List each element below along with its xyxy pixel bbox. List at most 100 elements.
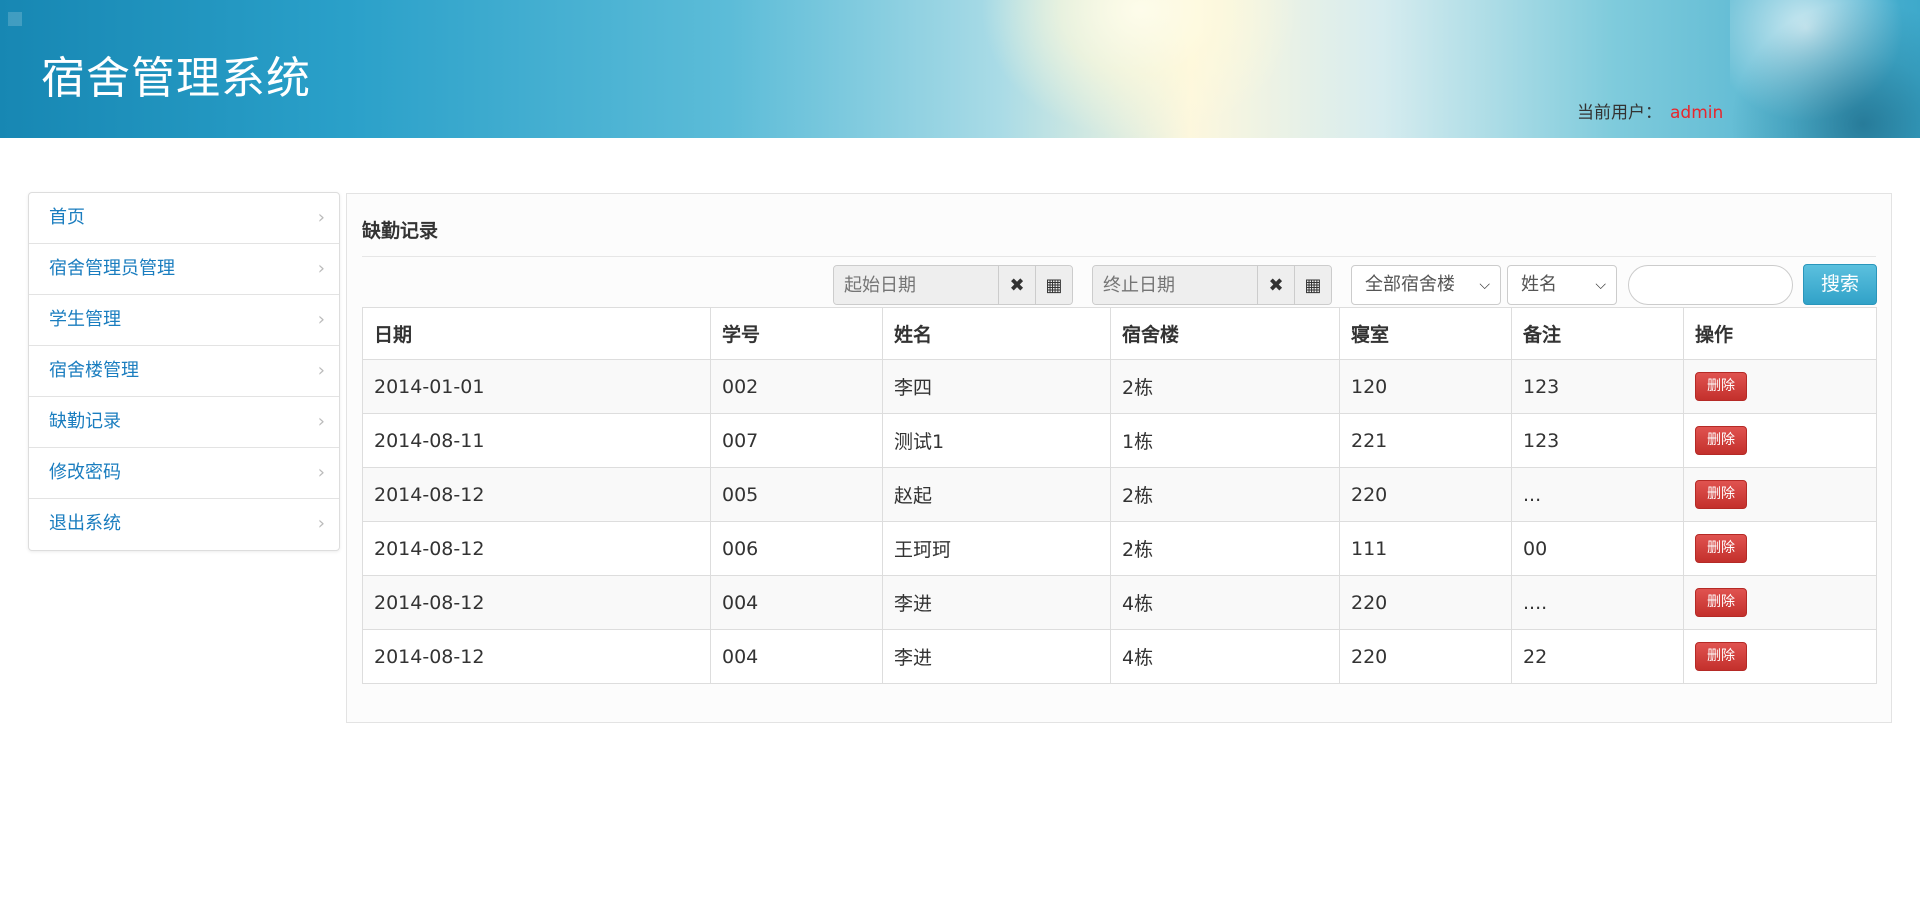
sidebar-item-label: 学生管理	[49, 309, 121, 330]
cell-student-id: 004	[710, 575, 883, 630]
cell-action: 删除	[1683, 629, 1877, 684]
sidebar-item-absence[interactable]: 缺勤记录 ›	[29, 397, 339, 448]
cell-action: 删除	[1683, 359, 1877, 414]
search-field-select-value: 姓名	[1521, 274, 1557, 295]
banner-wave-decoration	[1730, 0, 1920, 138]
column-header-student-id: 学号	[710, 307, 883, 360]
delete-button[interactable]: 删除	[1695, 372, 1747, 401]
clear-start-date-icon[interactable]: ✖	[998, 266, 1035, 304]
cell-name: 王珂珂	[882, 521, 1111, 576]
cell-remark: ...	[1511, 467, 1684, 522]
sidebar-item-home[interactable]: 首页 ›	[29, 193, 339, 244]
search-input[interactable]	[1628, 265, 1793, 305]
cell-name: 李进	[882, 629, 1111, 684]
cell-date: 2014-08-12	[362, 521, 711, 576]
sidebar-item-students[interactable]: 学生管理 ›	[29, 295, 339, 346]
end-date-input[interactable]	[1093, 266, 1257, 304]
cell-action: 删除	[1683, 467, 1877, 522]
search-button[interactable]: 搜索	[1803, 264, 1877, 305]
cell-building: 4栋	[1110, 629, 1340, 684]
delete-button[interactable]: 删除	[1695, 588, 1747, 617]
cell-building: 1栋	[1110, 413, 1340, 468]
cell-action: 删除	[1683, 575, 1877, 630]
start-date-group: ✖ ▦	[833, 265, 1073, 305]
table-row: 2014-01-01 002 李四 2栋 120 123 删除	[362, 359, 1877, 414]
current-user-label: 当前用户：	[1577, 103, 1662, 123]
current-user-name[interactable]: admin	[1670, 103, 1723, 123]
sidebar-item-buildings[interactable]: 宿舍楼管理 ›	[29, 346, 339, 397]
cell-action: 删除	[1683, 521, 1877, 576]
clear-end-date-icon[interactable]: ✖	[1257, 266, 1294, 304]
cell-building: 2栋	[1110, 467, 1340, 522]
cell-building: 4栋	[1110, 575, 1340, 630]
cell-room: 111	[1339, 521, 1512, 576]
corner-square-icon	[8, 12, 22, 26]
cell-remark: ....	[1511, 575, 1684, 630]
building-select-value: 全部宿舍楼	[1365, 274, 1455, 295]
main-panel: 缺勤记录 ✖ ▦ ✖ ▦ 全部宿舍楼 ⌵ 姓名 ⌵ 搜索 日期 学号 姓名 宿舍…	[346, 193, 1892, 723]
table-row: 2014-08-11 007 测试1 1栋 221 123 删除	[362, 413, 1877, 468]
app-title: 宿舍管理系统	[41, 53, 311, 104]
sidebar-item-password[interactable]: 修改密码 ›	[29, 448, 339, 499]
cell-remark: 123	[1511, 413, 1684, 468]
chevron-right-icon: ›	[317, 513, 325, 534]
sidebar-item-label: 首页	[49, 207, 85, 228]
table-row: 2014-08-12 006 王珂珂 2栋 111 00 删除	[362, 521, 1877, 576]
cell-date: 2014-08-12	[362, 467, 711, 522]
current-user: 当前用户： admin	[1577, 98, 1723, 123]
cell-date: 2014-01-01	[362, 359, 711, 414]
table-row: 2014-08-12 004 李进 4栋 220 22 删除	[362, 629, 1877, 684]
cell-room: 120	[1339, 359, 1512, 414]
column-header-room: 寝室	[1339, 307, 1512, 360]
cell-name: 赵起	[882, 467, 1111, 522]
column-header-date: 日期	[362, 307, 711, 360]
chevron-right-icon: ›	[317, 258, 325, 279]
start-date-input[interactable]	[834, 266, 998, 304]
chevron-right-icon: ›	[317, 411, 325, 432]
table-row: 2014-08-12 005 赵起 2栋 220 ... 删除	[362, 467, 1877, 522]
cell-room: 220	[1339, 629, 1512, 684]
delete-button[interactable]: 删除	[1695, 642, 1747, 671]
delete-button[interactable]: 删除	[1695, 426, 1747, 455]
cell-student-id: 002	[710, 359, 883, 414]
sidebar-item-logout[interactable]: 退出系统 ›	[29, 499, 339, 550]
chevron-right-icon: ›	[317, 309, 325, 330]
building-select[interactable]: 全部宿舍楼 ⌵	[1351, 265, 1501, 305]
chevron-right-icon: ›	[317, 207, 325, 228]
cell-student-id: 006	[710, 521, 883, 576]
table-row: 2014-08-12 004 李进 4栋 220 .... 删除	[362, 575, 1877, 630]
cell-student-id: 007	[710, 413, 883, 468]
banner-sun-glow	[980, 0, 1300, 138]
table-header-row: 日期 学号 姓名 宿舍楼 寝室 备注 操作	[362, 307, 1877, 360]
cell-name: 李四	[882, 359, 1111, 414]
column-header-name: 姓名	[882, 307, 1111, 360]
delete-button[interactable]: 删除	[1695, 534, 1747, 563]
cell-building: 2栋	[1110, 359, 1340, 414]
header-banner: 宿舍管理系统 当前用户： admin	[0, 0, 1920, 138]
chevron-right-icon: ›	[317, 360, 325, 381]
cell-remark: 123	[1511, 359, 1684, 414]
end-date-group: ✖ ▦	[1092, 265, 1332, 305]
column-header-building: 宿舍楼	[1110, 307, 1340, 360]
cell-name: 李进	[882, 575, 1111, 630]
sidebar-item-label: 宿舍楼管理	[49, 360, 139, 381]
cell-room: 221	[1339, 413, 1512, 468]
chevron-down-icon: ⌵	[1479, 277, 1490, 293]
cell-room: 220	[1339, 575, 1512, 630]
sidebar-item-label: 退出系统	[49, 513, 121, 534]
delete-button[interactable]: 删除	[1695, 480, 1747, 509]
cell-action: 删除	[1683, 413, 1877, 468]
cell-date: 2014-08-11	[362, 413, 711, 468]
calendar-end-date-icon[interactable]: ▦	[1294, 266, 1331, 304]
page-title: 缺勤记录	[362, 220, 439, 242]
cell-room: 220	[1339, 467, 1512, 522]
sidebar-item-dorm-admin[interactable]: 宿舍管理员管理 ›	[29, 244, 339, 295]
calendar-start-date-icon[interactable]: ▦	[1035, 266, 1072, 304]
cell-building: 2栋	[1110, 521, 1340, 576]
title-divider	[362, 256, 1876, 257]
column-header-remark: 备注	[1511, 307, 1684, 360]
search-field-select[interactable]: 姓名 ⌵	[1507, 265, 1617, 305]
chevron-right-icon: ›	[317, 462, 325, 483]
cell-name: 测试1	[882, 413, 1111, 468]
cell-date: 2014-08-12	[362, 629, 711, 684]
